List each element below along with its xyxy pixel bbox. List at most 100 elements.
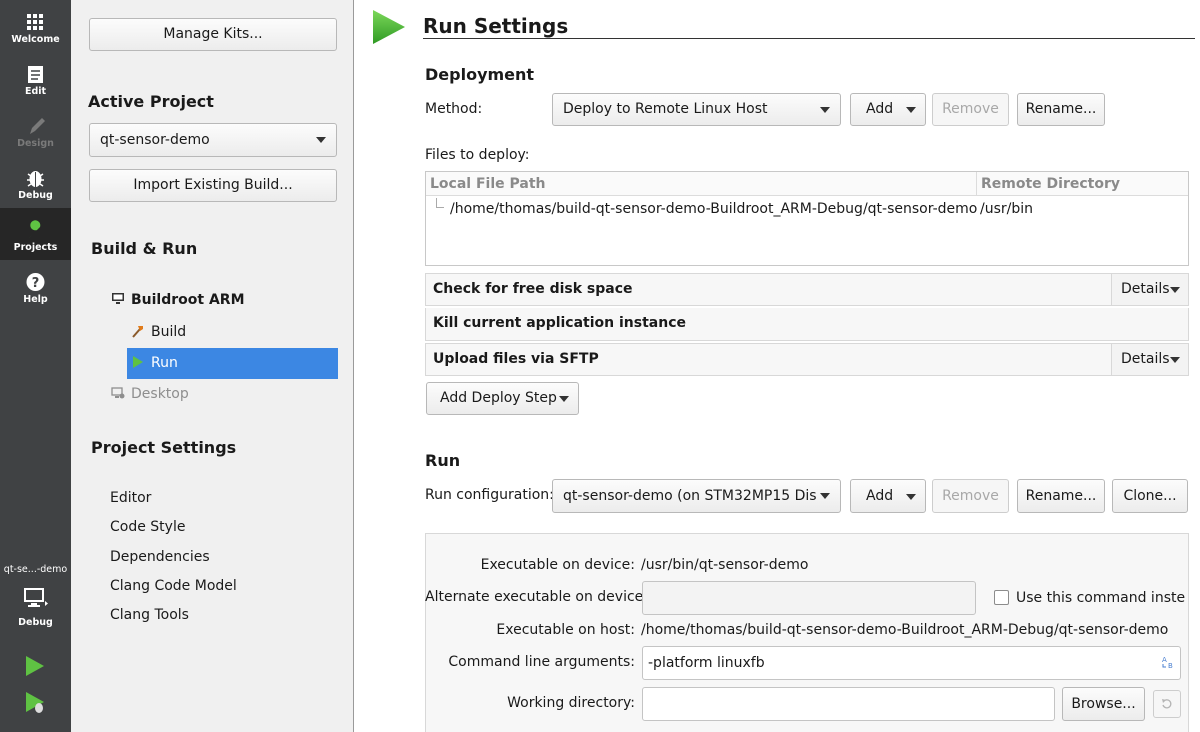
mode-projects[interactable]: Projects [0, 208, 71, 260]
chevron-down-icon [316, 137, 326, 143]
args-label: Command line arguments: [448, 654, 635, 670]
hammer-icon [132, 326, 143, 338]
step-details-button[interactable]: Details [1111, 274, 1188, 305]
settings-clang-tools[interactable]: Clang Tools [110, 607, 189, 623]
play-icon [133, 356, 143, 368]
chevron-down-icon [1170, 287, 1180, 293]
settings-editor[interactable]: Editor [110, 490, 151, 506]
column-header-remote-dir[interactable]: Remote Directory [977, 172, 1188, 196]
desktop-icon [111, 387, 125, 399]
column-header-local-path[interactable]: Local File Path [426, 172, 977, 196]
settings-dependencies[interactable]: Dependencies [110, 549, 210, 565]
mode-debug[interactable]: Debug [0, 156, 71, 208]
workdir-input[interactable] [642, 687, 1055, 721]
remote-dir-cell: /usr/bin [980, 201, 1034, 217]
help-icon: ? [26, 273, 45, 291]
deploy-rename-button[interactable]: Rename... [1017, 93, 1105, 126]
exec-host-value: /home/thomas/build-qt-sensor-demo-Buildr… [641, 622, 1169, 638]
run-icon[interactable] [24, 654, 46, 678]
mode-label: Projects [13, 242, 58, 253]
deploy-add-label: Add [866, 101, 894, 117]
svg-text:?: ? [32, 276, 40, 291]
deploy-add-button[interactable]: Add [850, 93, 926, 126]
svg-text:B: B [1168, 662, 1173, 670]
tree-kit-buildroot-arm[interactable]: Buildroot ARM [111, 292, 245, 308]
alt-exec-input[interactable] [642, 581, 976, 615]
grid-icon [27, 14, 43, 30]
step-title: Kill current application instance [433, 315, 687, 331]
settings-clang-code-model[interactable]: Clang Code Model [110, 578, 237, 594]
table-row[interactable]: /home/thomas/build-qt-sensor-demo-Buildr… [426, 196, 1188, 222]
kit-project-label: qt-se...-demo [3, 564, 68, 575]
active-project-value: qt-sensor-demo [100, 132, 210, 148]
exec-device-label: Executable on device: [480, 557, 635, 573]
tree-kit-desktop[interactable]: Desktop [111, 386, 189, 402]
tree-build[interactable]: Build [131, 324, 186, 340]
chevron-down-icon [820, 493, 830, 499]
files-table: Local File Path Remote Directory /home/t… [425, 171, 1189, 266]
step-details-button[interactable]: Details [1111, 344, 1188, 375]
use-command-checkbox[interactable] [994, 590, 1009, 605]
mode-welcome[interactable]: Welcome [0, 0, 71, 52]
files-to-deploy-label: Files to deploy: [425, 147, 530, 163]
deployment-title: Deployment [425, 65, 535, 84]
tree-run[interactable]: Run [131, 355, 178, 371]
wrench-icon [29, 220, 41, 238]
debug-run-icon[interactable] [24, 690, 46, 714]
monitor-icon [112, 293, 124, 304]
project-settings-title: Project Settings [91, 438, 237, 457]
run-add-label: Add [866, 488, 894, 504]
mode-edit[interactable]: Edit [0, 52, 71, 104]
run-remove-button[interactable]: Remove [932, 479, 1009, 513]
chevron-down-icon [1170, 357, 1180, 363]
manage-kits-button[interactable]: Manage Kits... [89, 18, 337, 51]
details-label: Details [1121, 281, 1170, 297]
tree-desktop-label: Desktop [131, 386, 189, 402]
step-title: Check for free disk space [433, 281, 633, 297]
args-input[interactable]: -platform linuxfb A B [642, 646, 1181, 680]
deploy-method-combo[interactable]: Deploy to Remote Linux Host [552, 93, 841, 126]
page-title: Run Settings [423, 14, 569, 38]
mode-label: Help [23, 294, 48, 305]
exec-device-value: /usr/bin/qt-sensor-demo [641, 557, 809, 573]
workdir-label: Working directory: [507, 695, 635, 711]
args-value: -platform linuxfb [648, 655, 765, 671]
document-icon [28, 66, 43, 83]
local-path-cell: /home/thomas/build-qt-sensor-demo-Buildr… [450, 201, 978, 217]
run-clone-button[interactable]: Clone... [1112, 479, 1188, 513]
run-add-button[interactable]: Add [850, 479, 926, 513]
mode-label: Edit [24, 86, 47, 97]
deploy-step-kill-app[interactable]: Kill current application instance [425, 308, 1189, 341]
deploy-remove-button[interactable]: Remove [932, 93, 1009, 126]
monitor-icon[interactable] [22, 586, 48, 610]
bug-icon [27, 171, 44, 187]
run-config-value: qt-sensor-demo (on STM32MP15 Dis [563, 488, 817, 504]
run-rename-button[interactable]: Rename... [1017, 479, 1105, 513]
tree-build-label: Build [151, 324, 187, 340]
use-command-label: Use this command instead [1016, 590, 1186, 606]
chevron-down-icon [559, 396, 569, 402]
mode-bar: Welcome Edit Design Debug Projects ? Hel… [0, 0, 71, 732]
settings-code-style[interactable]: Code Style [110, 519, 185, 535]
tree-branch-icon [436, 198, 444, 208]
variables-icon[interactable]: A B [1160, 654, 1176, 670]
deploy-step-upload-sftp[interactable]: Upload files via SFTP Details [425, 343, 1189, 376]
add-deploy-step-button[interactable]: Add Deploy Step [426, 382, 579, 415]
browse-button[interactable]: Browse... [1062, 687, 1145, 721]
import-build-button[interactable]: Import Existing Build... [89, 169, 337, 202]
title-divider [423, 38, 1195, 39]
run-config-combo[interactable]: qt-sensor-demo (on STM32MP15 Dis [552, 479, 841, 513]
chevron-down-icon [820, 106, 830, 113]
deploy-step-disk-space[interactable]: Check for free disk space Details [425, 273, 1189, 306]
chevron-down-icon [906, 107, 916, 113]
pen-icon [30, 118, 45, 134]
svg-text:A: A [1162, 656, 1167, 664]
chevron-down-icon [906, 494, 916, 500]
mode-label: Welcome [11, 34, 60, 45]
mode-help[interactable]: ? Help [0, 260, 71, 312]
alt-exec-label: Alternate executable on device: [425, 589, 648, 605]
mode-label: Design [17, 138, 54, 149]
mode-design[interactable]: Design [0, 104, 71, 156]
active-project-combo[interactable]: qt-sensor-demo [89, 123, 337, 157]
reset-workdir-button[interactable] [1153, 690, 1181, 718]
